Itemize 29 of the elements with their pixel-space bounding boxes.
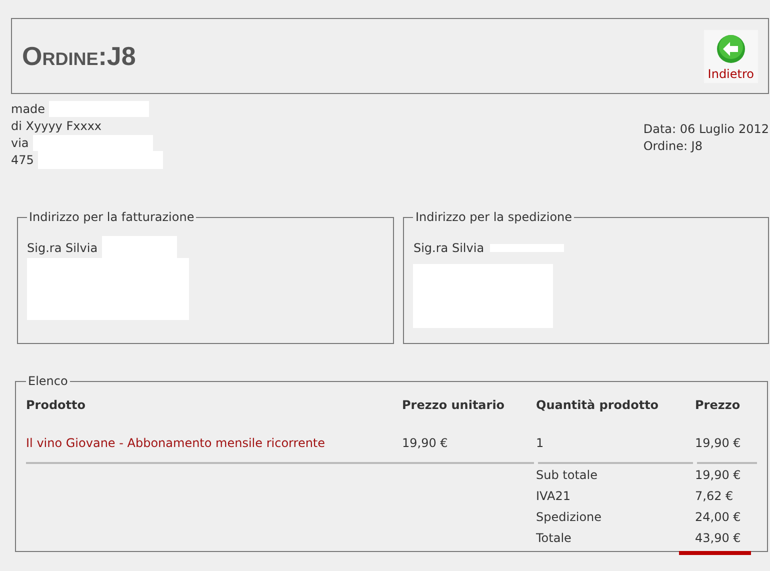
column-header: Prezzo unitario — [402, 397, 506, 414]
order-date: Data: 06 Luglio 2012 — [643, 121, 769, 138]
sender-address-line: made — [11, 102, 46, 116]
table-cell: 1 — [536, 422, 695, 463]
total-label: Sub totale — [536, 464, 695, 485]
total-label: Spedizione — [536, 508, 603, 526]
total-value: 24,00 € — [695, 508, 742, 526]
sender-address-line: 475 — [11, 152, 34, 166]
order-items-title: Elenco — [27, 374, 69, 388]
product-link[interactable]: Il vino Giovane - Abbonamento mensile ricorrente — [26, 422, 402, 463]
total-value: 7,62 € — [695, 488, 734, 504]
column-header: Prezzo — [695, 397, 742, 414]
total-label: Totale — [536, 530, 572, 546]
customer-name: Sig.ra Silvia — [413, 241, 484, 255]
sender-address-line: via — [11, 136, 29, 150]
address-panel-title: Indirizzo per la fatturazione — [28, 210, 196, 224]
column-header: Prodotto — [26, 397, 87, 414]
total-value: 43,90 € — [695, 530, 742, 546]
table-cell: 19,90 € — [402, 422, 536, 463]
order-number: Ordine: J8 — [643, 138, 704, 155]
table-cell: 19,90 € — [695, 422, 757, 463]
address-panel-title: Indirizzo per la spedizione — [414, 210, 574, 224]
total-label: IVA21 — [536, 488, 572, 504]
sender-address-line: di Xyyyy Fxxxx — [11, 118, 102, 132]
column-header: Quantità prodotto — [536, 397, 660, 414]
page-title: Ordine:J8 — [22, 40, 136, 72]
back-button[interactable]: Indietro — [704, 30, 758, 82]
customer-name: Sig.ra Silvia — [27, 241, 98, 255]
total-value: 19,90 € — [695, 464, 757, 485]
